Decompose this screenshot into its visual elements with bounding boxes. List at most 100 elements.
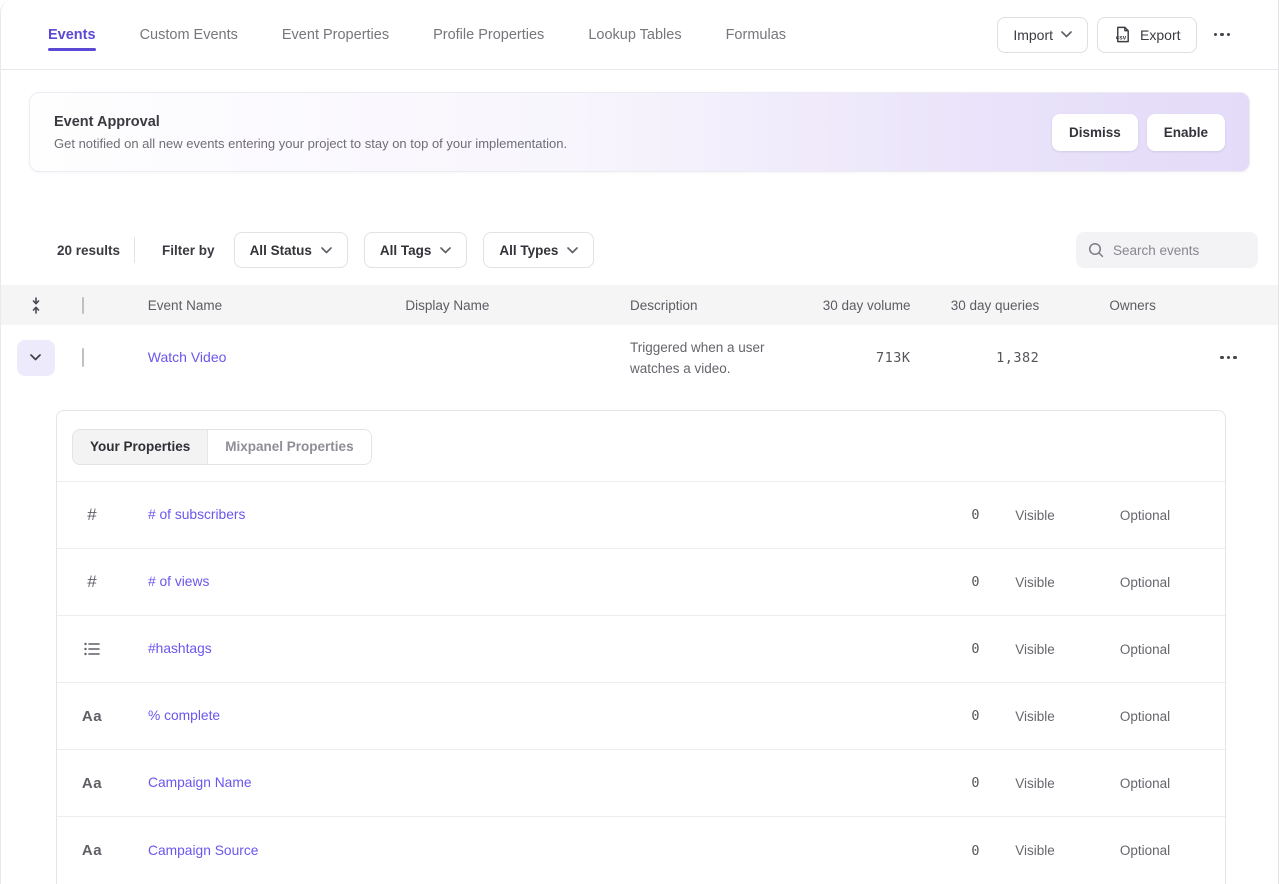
column-event-name[interactable]: Event Name [131,298,406,313]
property-visibility: Visible [980,508,1090,523]
tags-filter-dropdown[interactable]: All Tags [364,232,468,268]
nav-actions: Import csv Export [997,0,1278,69]
banner-subtitle: Get notified on all new events entering … [54,136,567,151]
property-count: 0 [892,708,980,724]
filter-by-label: Filter by [162,243,215,258]
collapse-row-button[interactable] [17,340,55,376]
dismiss-button[interactable]: Dismiss [1052,114,1138,151]
properties-panel-header: Your Properties Mixpanel Properties [57,411,1225,482]
tab-profile-properties[interactable]: Profile Properties [433,0,544,69]
lexicon-page: Events Custom Events Event Properties Pr… [0,0,1279,884]
property-row: Aa Campaign Source 0 Visible Optional [57,817,1225,884]
export-button-label: Export [1140,27,1180,43]
property-count: 0 [892,775,980,791]
property-link[interactable]: Campaign Name [148,775,252,790]
search-input[interactable] [1113,243,1243,258]
divider [134,237,135,263]
event-queries: 1,382 [920,350,1047,366]
column-30-day-queries[interactable]: 30 day queries [920,298,1047,313]
enable-button[interactable]: Enable [1147,114,1225,151]
property-visibility: Visible [980,776,1090,791]
tab-event-properties[interactable]: Event Properties [282,0,389,69]
tab-formulas[interactable]: Formulas [726,0,786,69]
export-button[interactable]: csv Export [1097,17,1196,53]
chevron-down-icon [1061,31,1072,38]
property-row: # # of subscribers 0 Visible Optional [57,482,1225,549]
property-link[interactable]: # of subscribers [148,507,245,522]
csv-file-icon: csv [1113,25,1132,44]
property-link[interactable]: # of views [148,574,209,589]
property-count: 0 [892,507,980,523]
property-row: # # of views 0 Visible Optional [57,549,1225,616]
property-visibility: Visible [980,843,1090,858]
event-row: Watch Video Triggered when a user watche… [1,325,1278,390]
event-volume: 713K [822,350,920,366]
property-requirement: Optional [1090,575,1200,590]
list-icon [84,642,100,656]
event-approval-banner: Event Approval Get notified on all new e… [29,92,1250,172]
top-nav: Events Custom Events Event Properties Pr… [1,0,1278,70]
column-display-name[interactable]: Display Name [405,298,630,313]
property-row: Aa % complete 0 Visible Optional [57,683,1225,750]
types-filter-dropdown[interactable]: All Types [483,232,594,268]
chevron-down-icon [567,247,578,254]
tab-events[interactable]: Events [48,0,96,69]
text-icon: Aa [82,775,102,792]
search-box [1076,232,1258,268]
property-requirement: Optional [1090,642,1200,657]
import-button[interactable]: Import [997,17,1088,53]
tab-custom-events[interactable]: Custom Events [140,0,238,69]
column-30-day-volume[interactable]: 30 day volume [822,298,920,313]
collapse-all-icon[interactable] [29,297,43,314]
text-icon: Aa [82,842,102,859]
chevron-down-icon [321,247,332,254]
row-more-options-button[interactable] [1220,356,1237,360]
svg-text:csv: csv [1116,35,1127,42]
table-header: Event Name Display Name Description 30 d… [1,285,1278,325]
types-filter-label: All Types [499,243,558,258]
hash-icon: # [87,572,96,592]
property-row: Aa Campaign Name 0 Visible Optional [57,750,1225,817]
property-count: 0 [892,843,980,859]
property-visibility: Visible [980,709,1090,724]
property-requirement: Optional [1090,709,1200,724]
text-icon: Aa [82,708,102,725]
tab-mixpanel-properties[interactable]: Mixpanel Properties [207,430,370,464]
property-count: 0 [892,574,980,590]
event-description: Triggered when a user watches a video. [630,337,822,379]
import-button-label: Import [1013,27,1053,43]
nav-tabs: Events Custom Events Event Properties Pr… [48,0,786,69]
select-all-checkbox[interactable] [82,297,84,314]
banner-title: Event Approval [54,114,567,130]
banner-text: Event Approval Get notified on all new e… [54,114,567,151]
property-requirement: Optional [1090,508,1200,523]
property-requirement: Optional [1090,843,1200,858]
tags-filter-label: All Tags [380,243,432,258]
tab-your-properties[interactable]: Your Properties [73,430,207,464]
property-row: #hashtags 0 Visible Optional [57,616,1225,683]
property-link[interactable]: % complete [148,708,220,723]
hash-icon: # [87,505,96,525]
column-description[interactable]: Description [630,298,822,313]
event-name-link[interactable]: Watch Video [148,349,227,365]
filter-bar: 20 results Filter by All Status All Tags… [1,232,1278,268]
chevron-down-icon [30,354,41,361]
property-visibility: Visible [980,575,1090,590]
chevron-down-icon [440,247,451,254]
more-options-button[interactable] [1206,23,1239,47]
banner-actions: Dismiss Enable [1052,114,1225,151]
status-filter-dropdown[interactable]: All Status [234,232,348,268]
properties-panel: Your Properties Mixpanel Properties # # … [56,410,1226,884]
property-count: 0 [892,641,980,657]
property-visibility: Visible [980,642,1090,657]
results-count: 20 results [57,243,120,258]
column-owners[interactable]: Owners [1046,298,1179,313]
search-icon [1088,242,1104,258]
property-link[interactable]: #hashtags [148,641,212,656]
tab-lookup-tables[interactable]: Lookup Tables [588,0,681,69]
property-requirement: Optional [1090,776,1200,791]
property-link[interactable]: Campaign Source [148,843,258,858]
properties-tab-switcher: Your Properties Mixpanel Properties [72,429,372,465]
status-filter-label: All Status [250,243,312,258]
row-checkbox[interactable] [82,348,84,367]
